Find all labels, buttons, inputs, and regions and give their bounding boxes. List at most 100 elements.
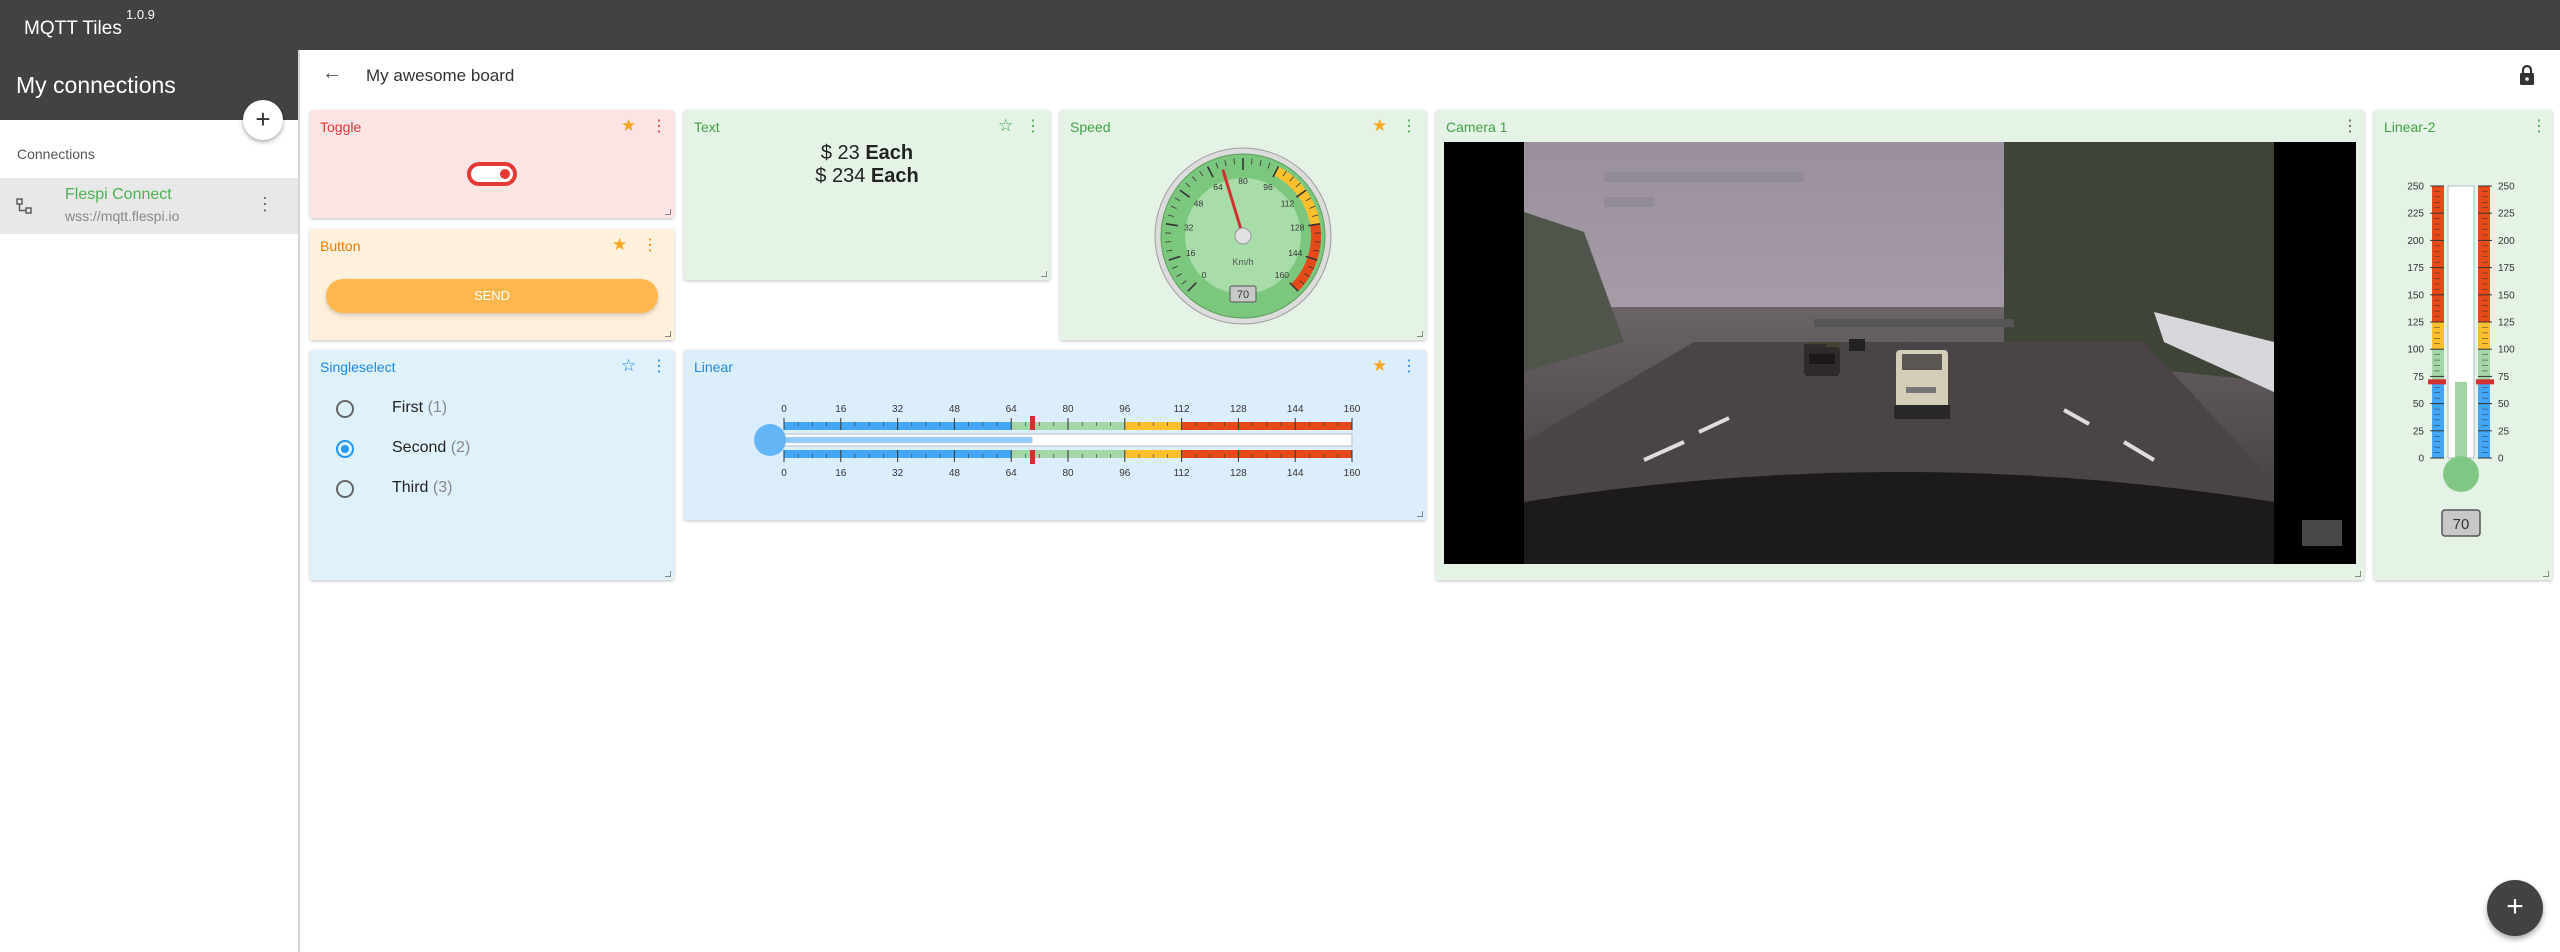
app-bar: MQTT Tiles 1.0.9 <box>0 0 2560 50</box>
gauge-tick-label: 175 <box>2407 263 2424 274</box>
gauge-tick-label: 80 <box>1062 404 1074 415</box>
gauge-tick-label: 150 <box>2407 290 2424 301</box>
connection-menu-icon[interactable]: ⋮ <box>256 194 274 215</box>
button-tile: Button ★ ⋮ SEND <box>310 229 674 340</box>
gauge-tick-label: 96 <box>1263 182 1273 192</box>
app-version: 1.0.9 <box>126 7 155 22</box>
gauge-tick-label: 0 <box>1202 270 1207 280</box>
more-icon[interactable]: ⋮ <box>1401 116 1417 136</box>
gauge-tick-label: 25 <box>2413 426 2425 437</box>
option-label: First (1) <box>392 399 448 416</box>
gauge-tick-label: 48 <box>1194 199 1204 209</box>
toggle-knob <box>500 169 510 179</box>
gauge-zone <box>2432 186 2444 322</box>
more-icon[interactable]: ⋮ <box>2342 116 2358 136</box>
radio-button[interactable] <box>336 440 354 458</box>
gauge-tick-label: 200 <box>2407 236 2424 247</box>
gauge-tick-label: 128 <box>1230 404 1247 415</box>
app-title: MQTT Tiles <box>24 18 122 39</box>
gauge-value: 70 <box>2453 516 2470 533</box>
send-button[interactable]: SEND <box>326 279 658 313</box>
gauge-tick-label: 32 <box>892 404 904 415</box>
gauge-tick-label: 64 <box>1213 182 1223 192</box>
gauge-tick-label: 96 <box>1119 468 1131 479</box>
resize-handle[interactable] <box>1417 511 1423 517</box>
toggle-switch[interactable] <box>467 162 517 186</box>
star-outline-icon[interactable]: ☆ <box>998 116 1013 136</box>
more-icon[interactable]: ⋮ <box>651 116 667 136</box>
arrow-left-icon[interactable]: ← <box>322 62 342 85</box>
gauge-tick-label: 144 <box>1288 248 1302 258</box>
gauge-value-marker <box>1030 450 1035 464</box>
connections-drawer: My connections + Connections Flespi Conn… <box>0 50 300 952</box>
camera-image <box>1524 142 2342 564</box>
gauge-tick-label: 225 <box>2407 209 2424 220</box>
drawer-header: My connections + <box>0 50 298 140</box>
linear-tile: Linear ★ ⋮ 0 0 16 16 32 32 48 48 64 64 80 80 96 96 112… <box>684 350 1426 520</box>
gauge-tick-label: 25 <box>2498 426 2510 437</box>
gauge-tick-label: 144 <box>1287 468 1304 479</box>
resize-handle[interactable] <box>665 571 671 577</box>
more-icon[interactable]: ⋮ <box>642 235 658 255</box>
gauge-tick-label: 112 <box>1174 404 1190 415</box>
gauge-tick-label: 0 <box>781 468 787 479</box>
horizontal-linear-gauge: 0 0 16 16 32 32 48 48 64 64 80 80 96 96 112 112 128 128 14… <box>754 404 1361 479</box>
gauge-tick-label: 225 <box>2498 209 2515 220</box>
singleselect-tile: Singleselect ☆ ⋮ First (1) Second (2) Th… <box>310 350 674 580</box>
more-icon[interactable]: ⋮ <box>1025 116 1041 136</box>
text-line: $ 23 Each <box>820 142 914 164</box>
radio-button[interactable] <box>336 400 354 418</box>
gauge-tick-label: 80 <box>1238 176 1248 186</box>
tile-title: Singleselect <box>320 359 396 375</box>
resize-handle[interactable] <box>1041 271 1047 277</box>
option-label: Third (3) <box>392 479 453 496</box>
connection-item[interactable]: Flespi Connect wss://mqtt.flespi.io ⋮ <box>0 178 298 234</box>
text-line: $ 234 Each <box>815 165 919 187</box>
gauge-tick-label: 125 <box>2498 318 2515 329</box>
toggle-tile: Toggle ★ ⋮ <box>310 110 674 218</box>
gauge-tick-label: 32 <box>1184 222 1194 232</box>
star-outline-icon[interactable]: ☆ <box>621 356 636 376</box>
gauge-tick-label: 250 <box>2498 182 2515 193</box>
add-connection-button[interactable]: + <box>243 100 283 140</box>
star-icon[interactable]: ★ <box>621 116 636 136</box>
more-icon[interactable]: ⋮ <box>2531 116 2547 136</box>
resize-handle[interactable] <box>665 331 671 337</box>
star-icon[interactable]: ★ <box>612 235 627 255</box>
resize-handle[interactable] <box>2543 571 2549 577</box>
plus-icon: + <box>255 104 271 134</box>
radio-button[interactable] <box>336 480 354 498</box>
speed-gauge: 0 16 32 48 64 80 96 112 128 144 160 Km/h 70 <box>1154 147 1332 325</box>
resize-handle[interactable] <box>2355 571 2361 577</box>
connection-icon <box>16 198 32 214</box>
gauge-tick-label: 48 <box>949 404 961 415</box>
gauge-zone <box>2478 322 2490 350</box>
plus-icon: + <box>2506 890 2524 923</box>
gauge-tick-label: 64 <box>1006 468 1018 479</box>
drawer-title: My connections <box>16 72 176 98</box>
gauge-tick-label: 16 <box>835 404 847 415</box>
resize-handle[interactable] <box>665 209 671 215</box>
gauge-tick-label: 112 <box>1281 199 1295 209</box>
gauge-tick-label: 75 <box>2413 372 2425 383</box>
lock-icon[interactable] <box>2518 64 2536 86</box>
tile-title: Button <box>320 238 361 254</box>
gauge-tick-label: 160 <box>1344 468 1361 479</box>
tile-title: Toggle <box>320 119 362 135</box>
add-tile-button[interactable]: + <box>2487 880 2543 936</box>
gauge-tick-label: 0 <box>781 404 787 415</box>
resize-handle[interactable] <box>1417 331 1423 337</box>
star-icon[interactable]: ★ <box>1372 356 1387 376</box>
gauge-zone <box>2432 322 2444 350</box>
gauge-tick-label: 144 <box>1287 404 1304 415</box>
camera-feed[interactable] <box>1444 142 2356 564</box>
star-icon[interactable]: ★ <box>1372 116 1387 136</box>
gauge-tick-label: 16 <box>1186 248 1196 258</box>
more-icon[interactable]: ⋮ <box>651 356 667 376</box>
gauge-tick-label: 125 <box>2407 318 2424 329</box>
board-title: My awesome board <box>366 66 515 85</box>
board-toolbar: ← My awesome board <box>300 50 2560 102</box>
more-icon[interactable]: ⋮ <box>1401 356 1417 376</box>
gauge-tick-label: 50 <box>2498 399 2510 410</box>
tile-title: Linear-2 <box>2384 119 2436 135</box>
